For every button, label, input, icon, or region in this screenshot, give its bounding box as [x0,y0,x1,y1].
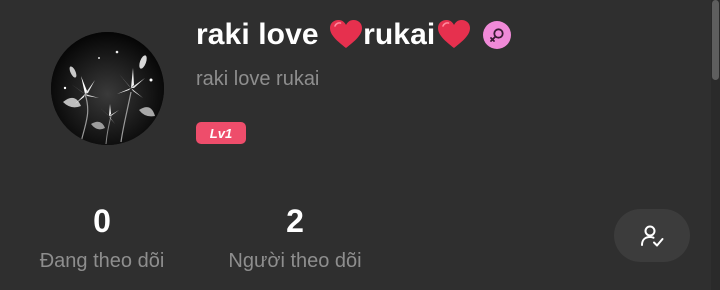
display-name-part1: raki love [196,18,328,51]
display-name: raki love rukai [196,18,471,52]
display-name-part2: rukai [363,18,436,51]
heart-icon [330,20,363,48]
display-name-row: raki love rukai [196,14,512,56]
female-icon [483,21,512,49]
followers-label: Người theo dõi [228,250,362,272]
level-badge: Lv1 [196,122,246,144]
following-stat[interactable]: 0 Đang theo dõi [30,200,174,273]
followers-count: 2 [286,203,304,239]
heart-icon [438,20,471,48]
profile-header: raki love rukai raki love rukai Lv1 0 Đa… [0,0,720,290]
following-label: Đang theo dõi [39,250,165,272]
username: raki love rukai [196,68,320,90]
followers-stat[interactable]: 2 Người theo dõi [219,200,371,273]
avatar-image [51,32,164,145]
scrollbar[interactable] [711,0,720,290]
user-check-icon [641,225,664,246]
following-count: 0 [93,203,111,239]
avatar[interactable] [51,32,164,145]
follow-status-button[interactable] [614,209,690,262]
scrollbar-thumb[interactable] [712,0,719,80]
